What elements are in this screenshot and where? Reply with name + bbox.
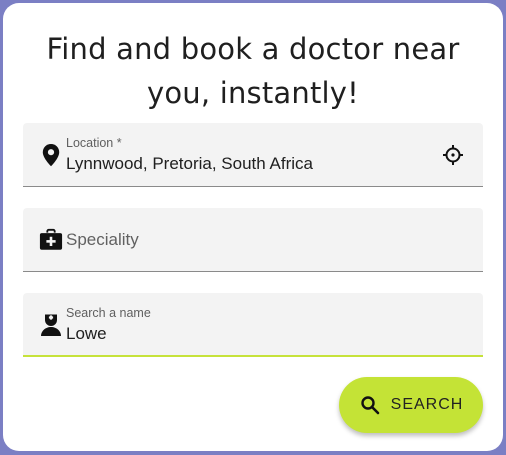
search-card: Find and book a doctor near you, instant… (3, 3, 503, 451)
name-label: Search a name (66, 306, 151, 320)
name-field[interactable]: Search a name (23, 293, 483, 357)
location-field[interactable]: Location * (23, 123, 483, 187)
search-button[interactable]: SEARCH (339, 377, 483, 433)
name-input[interactable] (66, 324, 426, 344)
medical-bag-icon (39, 228, 63, 252)
location-pin-icon (39, 143, 63, 167)
search-icon (359, 394, 381, 416)
speciality-input[interactable] (66, 229, 446, 250)
page-title: Find and book a doctor near you, instant… (3, 27, 503, 115)
search-button-label: SEARCH (390, 396, 464, 413)
title-line-2: you, instantly! (146, 76, 359, 110)
my-location-crosshair-icon[interactable] (441, 143, 465, 167)
location-label: Location * (66, 136, 122, 150)
location-input[interactable] (66, 154, 426, 174)
title-line-1: Find and book a doctor near (46, 32, 460, 66)
speciality-field[interactable] (23, 208, 483, 272)
doctor-icon (39, 312, 63, 336)
